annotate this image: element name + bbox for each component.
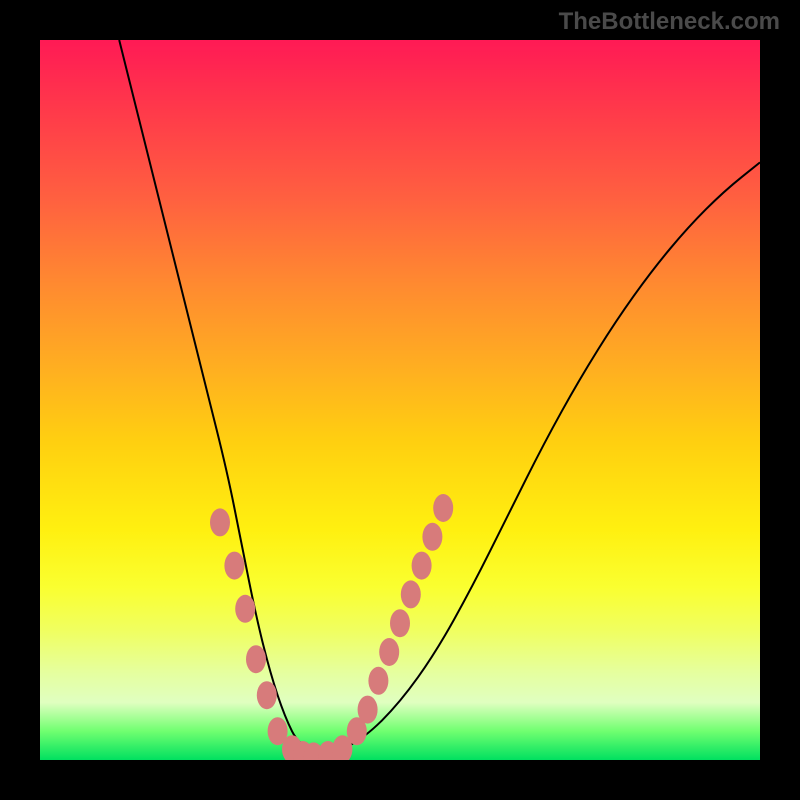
curve-marker bbox=[401, 580, 421, 608]
curve-marker bbox=[246, 645, 266, 673]
curve-marker bbox=[210, 508, 230, 536]
curve-marker bbox=[368, 667, 388, 695]
chart-svg bbox=[40, 40, 760, 760]
curve-marker bbox=[257, 681, 277, 709]
curve-marker bbox=[358, 696, 378, 724]
bottleneck-curve-line bbox=[119, 40, 760, 753]
curve-marker bbox=[224, 552, 244, 580]
curve-marker bbox=[412, 552, 432, 580]
curve-marker bbox=[422, 523, 442, 551]
curve-marker bbox=[379, 638, 399, 666]
curve-marker bbox=[433, 494, 453, 522]
curve-marker bbox=[235, 595, 255, 623]
curve-marker bbox=[390, 609, 410, 637]
highlighted-markers bbox=[210, 494, 453, 760]
watermark-text: TheBottleneck.com bbox=[559, 8, 780, 36]
plot-area bbox=[40, 40, 760, 760]
